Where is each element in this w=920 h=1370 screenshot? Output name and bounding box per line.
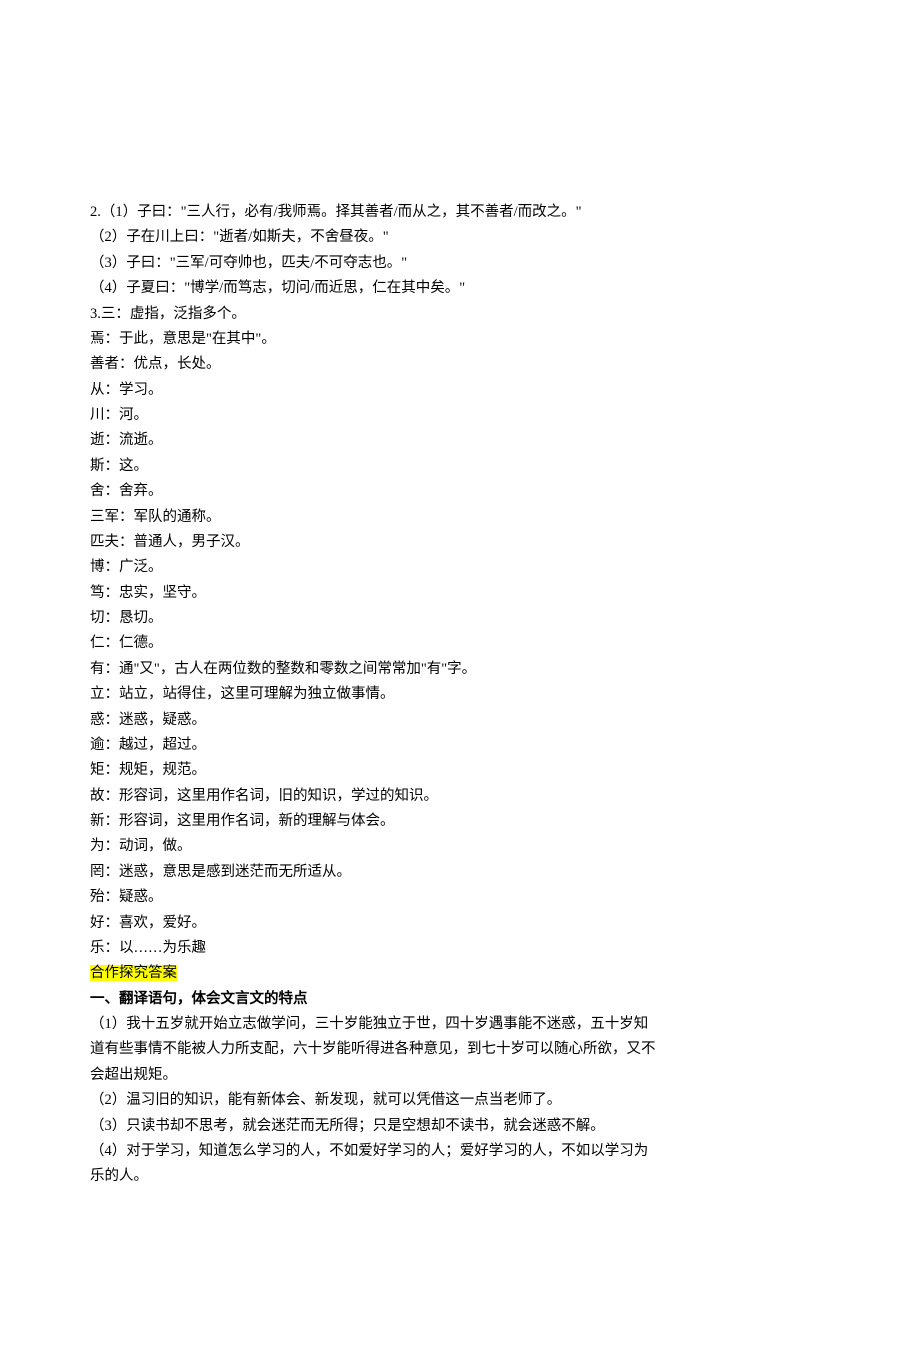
text-line: 矩：规矩，规范。 — [90, 758, 660, 783]
text-line: 笃：忠实，坚守。 — [90, 581, 660, 606]
body-text: （1）我十五岁就开始立志做学问，三十岁能独立于世，四十岁遇事能不迷惑，五十岁知道… — [90, 1016, 656, 1083]
body-text: 仁：仁德。 — [90, 635, 163, 651]
text-line: 仁：仁德。 — [90, 631, 660, 656]
body-text: 三军：军队的通称。 — [90, 509, 221, 525]
text-line: （3）只读书却不思考，就会迷茫而无所得；只是空想却不读书，就会迷惑不解。 — [90, 1114, 660, 1139]
body-text: 笃：忠实，坚守。 — [90, 585, 206, 601]
text-line: 罔：迷惑，意思是感到迷茫而无所适从。 — [90, 860, 660, 885]
text-line: 逾：越过，超过。 — [90, 733, 660, 758]
text-line: 斯：这。 — [90, 454, 660, 479]
text-line: 匹夫：普通人，男子汉。 — [90, 530, 660, 555]
highlighted-text: 合作探究答案 — [90, 965, 177, 981]
text-line: 2.（1）子曰："三人行，必有/我师焉。择其善者/而从之，其不善者/而改之。" — [90, 200, 660, 225]
body-text: 新：形容词，这里用作名词，新的理解与体会。 — [90, 813, 395, 829]
text-line: 舍：舍弃。 — [90, 479, 660, 504]
body-text: 2.（1）子曰："三人行，必有/我师焉。择其善者/而从之，其不善者/而改之。" — [90, 204, 582, 220]
text-line: 合作探究答案 — [90, 961, 660, 986]
text-line: 有：通"又"，古人在两位数的整数和零数之间常常加"有"字。 — [90, 657, 660, 682]
body-text: 乐：以……为乐趣 — [90, 940, 206, 956]
body-text: 殆：疑惑。 — [90, 889, 163, 905]
text-line: 惑：迷惑，疑惑。 — [90, 708, 660, 733]
body-text: 匹夫：普通人，男子汉。 — [90, 534, 250, 550]
text-line: 好：喜欢，爱好。 — [90, 911, 660, 936]
text-line: 川：河。 — [90, 403, 660, 428]
section-heading: 一、翻译语句，体会文言文的特点 — [90, 991, 308, 1007]
text-line: 从：学习。 — [90, 378, 660, 403]
body-text: 故：形容词，这里用作名词，旧的知识，学过的知识。 — [90, 788, 438, 804]
text-line: 逝：流逝。 — [90, 428, 660, 453]
text-line: （4）对于学习，知道怎么学习的人，不如爱好学习的人；爱好学习的人，不如以学习为乐… — [90, 1139, 660, 1190]
text-line: （4）子夏曰："博学/而笃志，切问/而近思，仁在其中矣。" — [90, 276, 660, 301]
body-text: 博：广泛。 — [90, 559, 163, 575]
body-text: 切：恳切。 — [90, 610, 163, 626]
body-text: 逝：流逝。 — [90, 432, 163, 448]
document-page: 2.（1）子曰："三人行，必有/我师焉。择其善者/而从之，其不善者/而改之。" （… — [0, 0, 920, 1370]
body-text: 善者：优点，长处。 — [90, 356, 221, 372]
text-line: （2）温习旧的知识，能有新体会、新发现，就可以凭借这一点当老师了。 — [90, 1088, 660, 1113]
text-line: 故：形容词，这里用作名词，旧的知识，学过的知识。 — [90, 784, 660, 809]
text-line: 新：形容词，这里用作名词，新的理解与体会。 — [90, 809, 660, 834]
text-line: 三军：军队的通称。 — [90, 505, 660, 530]
content-body: 2.（1）子曰："三人行，必有/我师焉。择其善者/而从之，其不善者/而改之。" （… — [90, 200, 660, 1190]
text-line: 乐：以……为乐趣 — [90, 936, 660, 961]
body-text: 3.三：虚指，泛指多个。 — [90, 306, 246, 322]
text-line: 3.三：虚指，泛指多个。 — [90, 302, 660, 327]
body-text: （2）温习旧的知识，能有新体会、新发现，就可以凭借这一点当老师了。 — [90, 1092, 561, 1108]
body-text: 为：动词，做。 — [90, 838, 192, 854]
body-text: （3）子曰："三军/可夺帅也，匹夫/不可夺志也。" — [90, 255, 407, 271]
text-line: 焉：于此，意思是"在其中"。 — [90, 327, 660, 352]
text-line: 为：动词，做。 — [90, 834, 660, 859]
text-line: （1）我十五岁就开始立志做学问，三十岁能独立于世，四十岁遇事能不迷惑，五十岁知道… — [90, 1012, 660, 1088]
text-line: （3）子曰："三军/可夺帅也，匹夫/不可夺志也。" — [90, 251, 660, 276]
body-text: 立：站立，站得住，这里可理解为独立做事情。 — [90, 686, 395, 702]
body-text: 罔：迷惑，意思是感到迷茫而无所适从。 — [90, 864, 351, 880]
body-text: （4）子夏曰："博学/而笃志，切问/而近思，仁在其中矣。" — [90, 280, 465, 296]
text-line: 立：站立，站得住，这里可理解为独立做事情。 — [90, 682, 660, 707]
text-line: （2）子在川上曰："逝者/如斯夫，不舍昼夜。" — [90, 225, 660, 250]
body-text: 逾：越过，超过。 — [90, 737, 206, 753]
text-line: 切：恳切。 — [90, 606, 660, 631]
text-line: 博：广泛。 — [90, 555, 660, 580]
body-text: 川：河。 — [90, 407, 148, 423]
body-text: 从：学习。 — [90, 382, 163, 398]
text-line: 殆：疑惑。 — [90, 885, 660, 910]
body-text: 焉：于此，意思是"在其中"。 — [90, 331, 276, 347]
text-line: 善者：优点，长处。 — [90, 352, 660, 377]
body-text: 好：喜欢，爱好。 — [90, 915, 206, 931]
body-text: 矩：规矩，规范。 — [90, 762, 206, 778]
body-text: 惑：迷惑，疑惑。 — [90, 712, 206, 728]
body-text: （2）子在川上曰："逝者/如斯夫，不舍昼夜。" — [90, 229, 389, 245]
body-text: 有：通"又"，古人在两位数的整数和零数之间常常加"有"字。 — [90, 661, 476, 677]
body-text: 舍：舍弃。 — [90, 483, 163, 499]
body-text: （4）对于学习，知道怎么学习的人，不如爱好学习的人；爱好学习的人，不如以学习为乐… — [90, 1143, 648, 1184]
body-text: （3）只读书却不思考，就会迷茫而无所得；只是空想却不读书，就会迷惑不解。 — [90, 1118, 605, 1134]
text-line: 一、翻译语句，体会文言文的特点 — [90, 987, 660, 1012]
body-text: 斯：这。 — [90, 458, 148, 474]
